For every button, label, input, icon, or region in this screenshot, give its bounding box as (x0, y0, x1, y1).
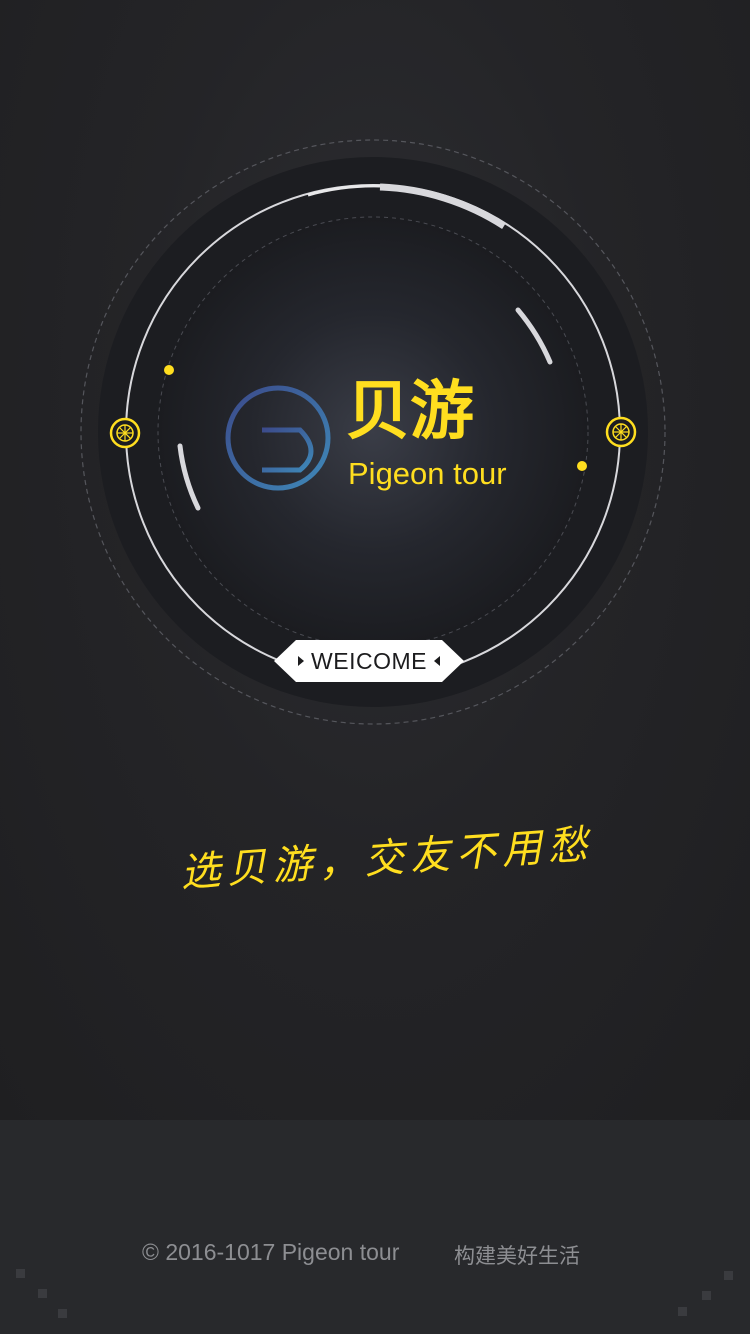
footer-decoration (16, 1269, 733, 1318)
yellow-dot-left (164, 365, 174, 375)
right-wheel-icon (605, 416, 637, 448)
yellow-dot-right (577, 461, 587, 471)
brand-subtitle: Pigeon tour (348, 456, 507, 491)
welcome-button[interactable]: WEICOME (274, 640, 464, 682)
brand-title: 贝游 (346, 375, 474, 449)
welcome-label: WEICOME (311, 648, 427, 674)
left-wheel-icon (109, 417, 141, 449)
